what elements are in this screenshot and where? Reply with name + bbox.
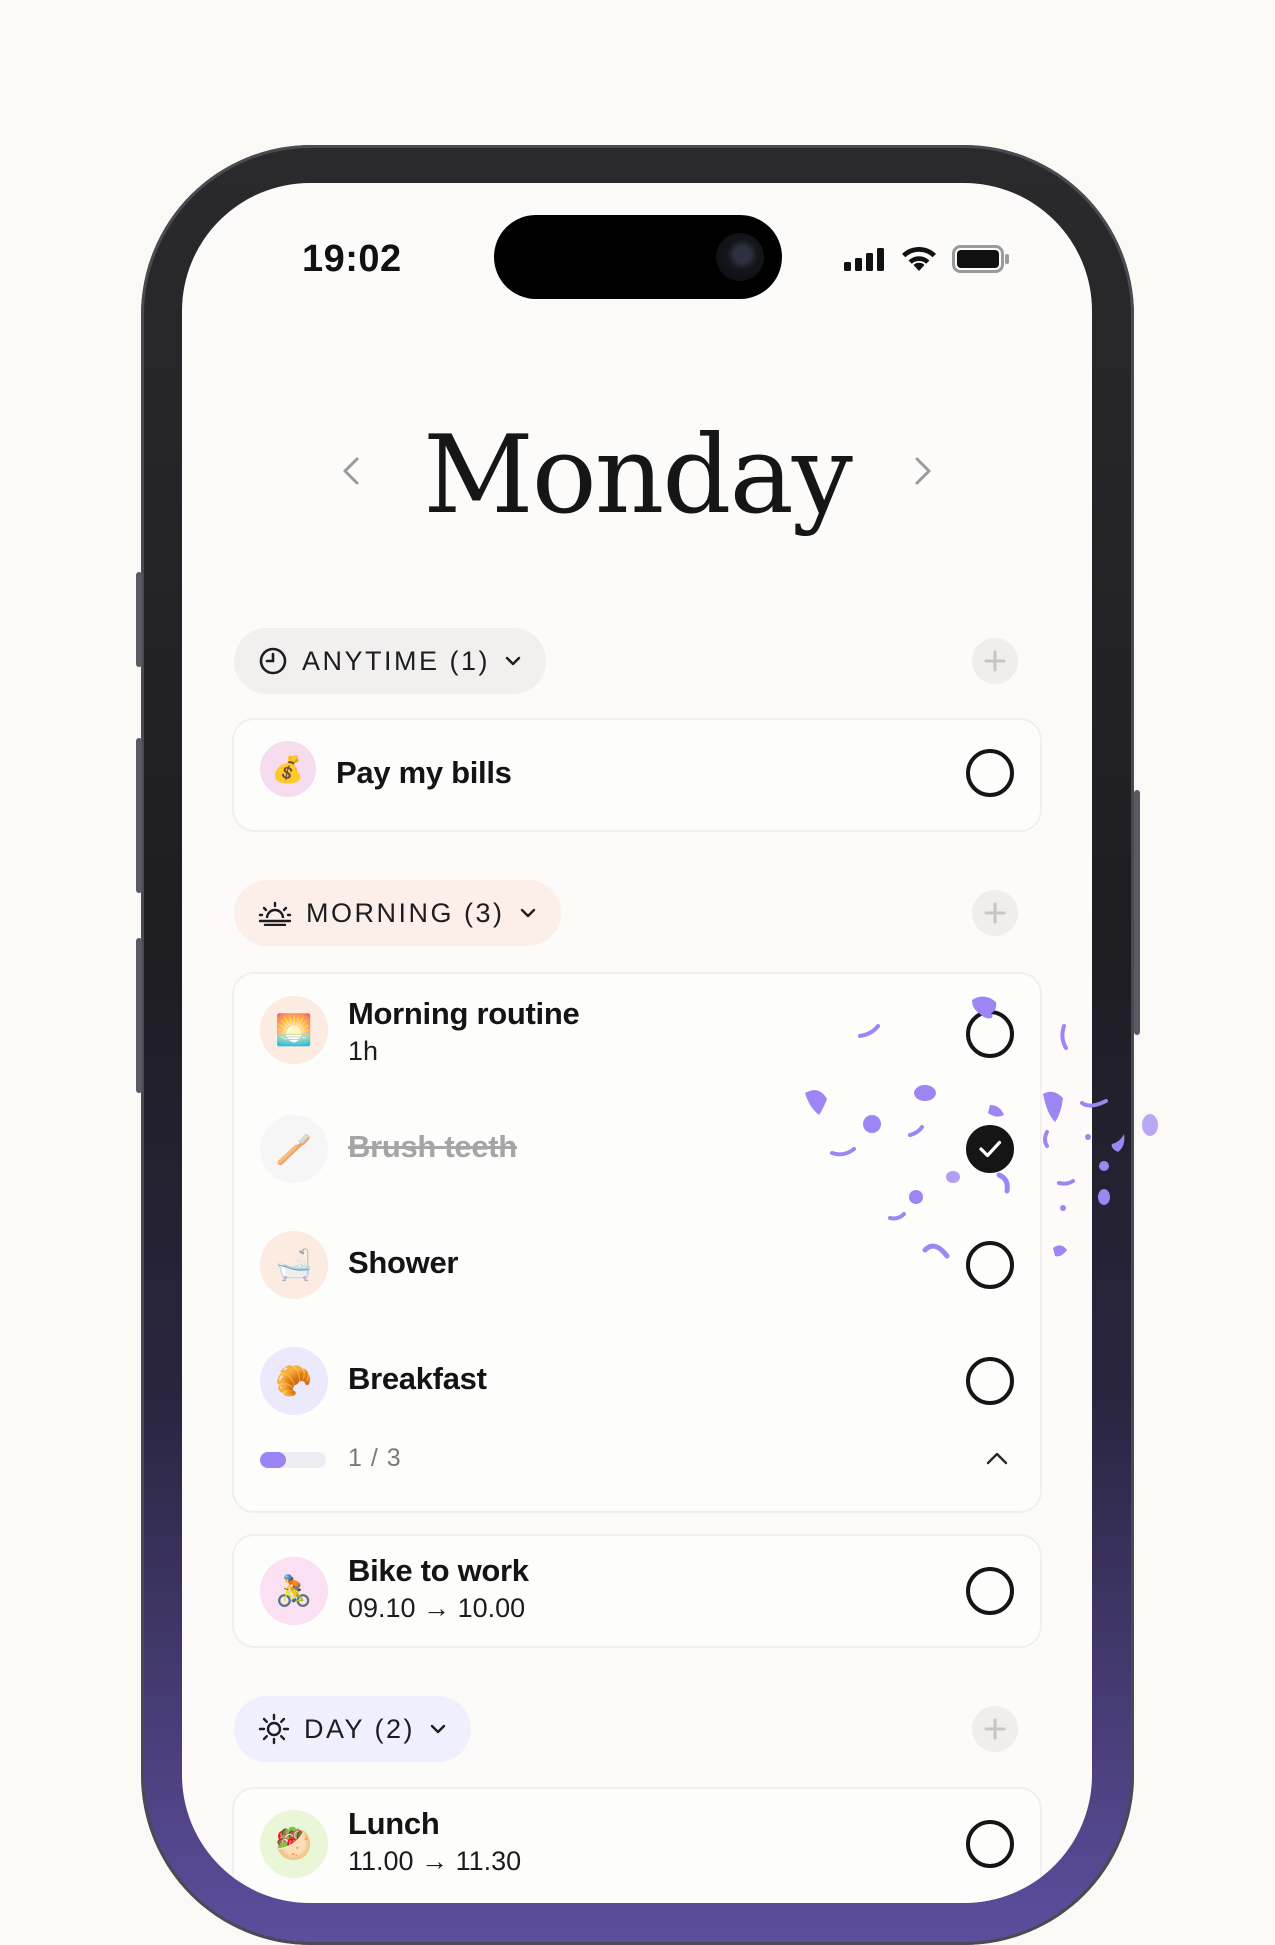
task-checkbox[interactable] xyxy=(966,1010,1014,1058)
task-card-bike[interactable]: 🚴 Bike to work 09.10 → 10.00 xyxy=(234,1536,1040,1646)
status-time: 19:02 xyxy=(302,238,402,280)
section-anytime-toggle[interactable]: ANYTIME (1) xyxy=(234,628,547,694)
subtask-title: Brush teeth xyxy=(348,1129,517,1164)
toothbrush-icon: 🪥 xyxy=(260,1115,328,1183)
day-header: Monday xyxy=(182,413,1092,543)
battery-icon xyxy=(952,245,1009,273)
stuffed-flatbread-icon: 🥙 xyxy=(260,1810,328,1878)
phone-screen: 19:02 Monday ANYTIME (1) 💰 Pay my bills … xyxy=(182,183,1092,1903)
sun-icon xyxy=(258,1713,290,1745)
plus-icon xyxy=(984,1718,1006,1740)
bathtub-icon: 🛁 xyxy=(260,1231,328,1299)
subtask-row-breakfast[interactable]: 🥐 Breakfast xyxy=(234,1331,1040,1431)
section-anytime-label: ANYTIME (1) xyxy=(302,645,491,676)
task-row[interactable]: 💰 Pay my bills xyxy=(234,725,1040,825)
task-title: Lunch xyxy=(348,1806,440,1841)
chevron-down-icon xyxy=(505,656,521,666)
subtask-row-shower[interactable]: 🛁 Shower xyxy=(234,1215,1040,1315)
progress-fill xyxy=(260,1452,287,1468)
task-time-range: 11.00 → 11.30 xyxy=(348,1846,522,1876)
section-day-toggle[interactable]: DAY (2) xyxy=(234,1696,472,1762)
page-title: Monday xyxy=(423,413,853,538)
add-morning-button[interactable] xyxy=(972,890,1018,936)
clock-icon xyxy=(259,647,287,675)
subtask-checkbox[interactable] xyxy=(966,1357,1014,1405)
volume-up-button xyxy=(136,738,142,893)
task-card-pay-bills[interactable]: 💰 Pay my bills xyxy=(234,720,1040,830)
subtask-checkbox[interactable] xyxy=(966,1241,1014,1289)
status-icons xyxy=(844,245,1010,273)
checkmark-icon xyxy=(979,1140,1002,1158)
dynamic-island xyxy=(494,215,782,299)
subtask-title: Breakfast xyxy=(348,1361,487,1396)
progress-count: 1 / 3 xyxy=(348,1444,402,1472)
volume-down-button xyxy=(136,938,142,1093)
task-card-morning-routine[interactable]: 🌅 Morning routine 1h 🪥 Brush teeth 🛁 Sho… xyxy=(234,974,1040,1511)
subtask-row-brush-teeth[interactable]: 🪥 Brush teeth xyxy=(234,1099,1040,1199)
task-checkbox[interactable] xyxy=(966,749,1014,797)
section-day-label: DAY (2) xyxy=(304,1713,416,1744)
task-title: Bike to work xyxy=(348,1553,529,1588)
task-row-bike[interactable]: 🚴 Bike to work 09.10 → 10.00 xyxy=(234,1541,1040,1641)
plus-icon xyxy=(984,902,1006,924)
task-row-morning-routine[interactable]: 🌅 Morning routine 1h xyxy=(234,984,1040,1084)
croissant-icon: 🥐 xyxy=(260,1347,328,1415)
sunrise-emoji-icon: 🌅 xyxy=(260,996,328,1064)
cellular-signal-icon xyxy=(844,248,884,271)
sunrise-icon xyxy=(258,901,292,926)
chevron-down-icon xyxy=(520,908,535,918)
task-time-range: 09.10 → 10.00 xyxy=(348,1593,526,1623)
progress-bar xyxy=(260,1452,326,1468)
bicycle-icon: 🚴 xyxy=(260,1557,328,1625)
chevron-right-icon[interactable] xyxy=(902,451,942,491)
money-bag-icon: 💰 xyxy=(260,741,316,797)
wifi-icon xyxy=(902,246,936,271)
task-title: Morning routine xyxy=(348,996,580,1031)
task-duration: 1h xyxy=(348,1036,379,1066)
add-anytime-button[interactable] xyxy=(972,638,1018,684)
chevron-up-icon[interactable] xyxy=(984,1448,1010,1470)
subtask-checkbox-checked[interactable] xyxy=(966,1125,1014,1173)
chevron-down-icon xyxy=(430,1724,446,1734)
task-row-lunch[interactable]: 🥙 Lunch 11.00 → 11.30 xyxy=(234,1794,1040,1894)
section-morning-label: MORNING (3) xyxy=(306,897,505,928)
subtask-title: Shower xyxy=(348,1245,459,1280)
plus-icon xyxy=(984,650,1006,672)
camera-icon xyxy=(716,233,764,281)
task-card-lunch[interactable]: 🥙 Lunch 11.00 → 11.30 xyxy=(234,1789,1040,1903)
task-title: Pay my bills xyxy=(336,755,512,790)
task-checkbox[interactable] xyxy=(966,1567,1014,1615)
add-day-button[interactable] xyxy=(972,1706,1018,1752)
silent-switch xyxy=(136,572,142,667)
power-button xyxy=(1134,790,1140,1035)
task-checkbox[interactable] xyxy=(966,1820,1014,1868)
section-morning-toggle[interactable]: MORNING (3) xyxy=(234,880,561,946)
